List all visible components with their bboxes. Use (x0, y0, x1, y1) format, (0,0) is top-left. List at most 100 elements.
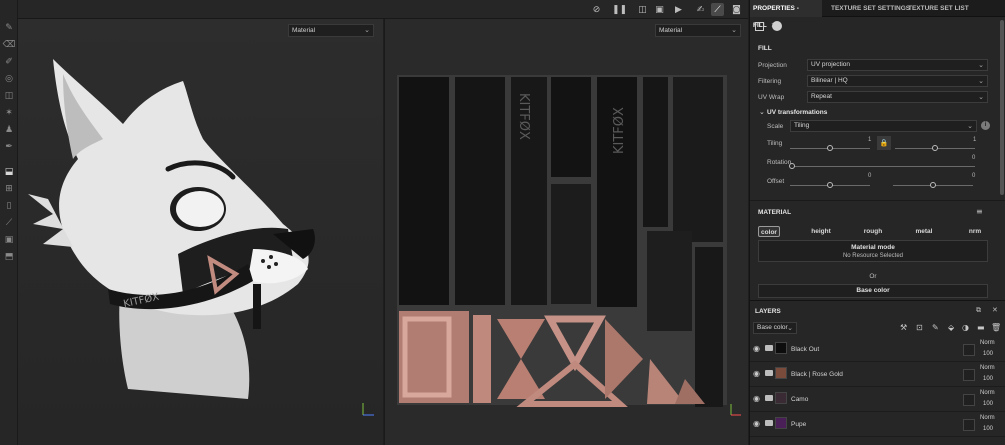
tab-texture-set-list[interactable]: TEXTURE SET LIST (905, 0, 972, 17)
layer-row[interactable]: ◉ Black Out Norm 100 (750, 338, 1005, 362)
properties-icon[interactable] (755, 22, 764, 31)
eraser-icon[interactable]: ⌫ (3, 39, 16, 51)
offset-value-1: 0 (868, 173, 872, 179)
trash-icon[interactable]: 🗑 (991, 323, 1001, 332)
layer-name: Black Out (791, 346, 820, 353)
filtering-value: Bilinear | HQ (811, 77, 848, 84)
folder-icon (765, 395, 773, 401)
cube-view-icon[interactable]: ▣ (653, 3, 666, 16)
viewport-3d[interactable]: Material ⌄ KITFØX (18, 19, 383, 445)
maximize-icon[interactable]: ⧉ (976, 306, 981, 315)
channel-metal[interactable]: metal (913, 226, 935, 237)
eye-icon[interactable]: ◉ (753, 419, 760, 428)
uv-wrap-select[interactable]: Repeat ⌄ (807, 91, 988, 103)
bake-icon[interactable]: ⬓ (3, 166, 15, 178)
tiling-slider-2-knob[interactable] (932, 145, 938, 151)
tab-texture-set-settings[interactable]: TEXTURE SET SETTINGS (828, 0, 913, 17)
layer-blend-mode[interactable]: Norm (980, 390, 995, 396)
svg-text:KITFØX: KITFØX (612, 107, 627, 154)
eye-icon[interactable]: ◉ (753, 344, 760, 353)
rotation-label: Rotation (767, 159, 792, 166)
folder-icon (765, 370, 773, 376)
material-sphere-icon[interactable] (772, 21, 782, 31)
geometry-mask-icon[interactable]: ◎ (3, 73, 15, 85)
path-icon[interactable]: ⟋ (3, 217, 15, 229)
add-folder-icon[interactable]: ▬ (977, 323, 985, 332)
channel-nrm[interactable]: nrm (966, 226, 984, 237)
offset-label: Offset (767, 178, 785, 185)
camera-icon[interactable]: ▶ (672, 3, 685, 16)
rotation-slider-knob[interactable] (789, 163, 795, 169)
scale-select[interactable]: Tiling ⌄ (790, 120, 977, 132)
rotation-slider[interactable] (792, 166, 975, 167)
no-symmetry-icon[interactable]: ⊘ (590, 3, 603, 16)
channel-rough[interactable]: rough (862, 226, 884, 237)
smudge-icon[interactable]: ✶ (3, 107, 15, 119)
uv-wrap-value: Repeat (811, 93, 832, 100)
layer-thumbnail (775, 392, 787, 404)
layer-opacity[interactable]: 100 (983, 401, 993, 407)
document-icon[interactable]: ▣ (3, 234, 15, 246)
svg-text:KITFØX: KITFØX (516, 93, 531, 140)
paint-brush-icon[interactable]: ✎ (3, 22, 15, 34)
layer-blend-mode[interactable]: Norm (980, 365, 995, 371)
info-icon[interactable]: i (981, 121, 990, 130)
bake-mesh-icon[interactable]: ⊞ (3, 183, 15, 195)
paint-icon[interactable]: ✍ (694, 3, 707, 16)
chevron-down-icon: ⌄ (978, 93, 984, 101)
offset-slider-2-knob[interactable] (930, 182, 936, 188)
close-icon[interactable]: ✕ (992, 306, 998, 314)
layer-opacity[interactable]: 100 (983, 351, 993, 357)
channel-height[interactable]: height (808, 226, 834, 237)
pause-icon[interactable]: ❚❚ (612, 3, 627, 16)
eye-icon[interactable]: ◉ (753, 394, 760, 403)
add-fill-layer-icon[interactable]: ⬙ (948, 323, 954, 332)
layer-blend-mode[interactable]: Norm (980, 340, 995, 346)
projection-icon[interactable]: ✐ (3, 56, 15, 68)
add-paint-layer-icon[interactable]: ✎ (932, 323, 939, 332)
layer-mask-thumbnail (963, 419, 975, 431)
layer-name: Camo (791, 396, 809, 403)
measure-icon[interactable]: ▯ (3, 200, 15, 212)
eye-icon[interactable]: ◉ (753, 369, 760, 378)
offset-value-2: 0 (972, 173, 976, 179)
channel-color[interactable]: color (758, 226, 780, 237)
layer-row[interactable]: ◉ Black | Rose Gold Norm 100 (750, 363, 1005, 387)
layers-channel-value: Base color (757, 324, 788, 331)
add-mask-icon[interactable]: ◑ (962, 323, 969, 332)
layer-opacity[interactable]: 100 (983, 426, 993, 432)
projection-select[interactable]: UV projection ⌄ (807, 59, 988, 71)
color-picker-icon[interactable]: ✒ (3, 141, 15, 153)
export-icon[interactable]: ⬒ (3, 251, 15, 263)
layer-opacity[interactable]: 100 (983, 376, 993, 382)
tiling-value-1: 1 (868, 137, 872, 143)
uv-transformations-title[interactable]: UV transformations (767, 109, 827, 116)
split-view-icon[interactable]: ◫ (636, 3, 649, 16)
wand-icon[interactable]: ⚒ (900, 323, 907, 332)
or-label: Or (869, 273, 877, 280)
material-mode-value: No Resource Selected (842, 253, 904, 259)
polygon-fill-icon[interactable]: ◫ (3, 90, 15, 102)
properties-scrollbar[interactable] (1000, 20, 1004, 195)
screenshot-icon[interactable]: ◙ (730, 3, 743, 16)
tool-strip: ✎ ⌫ ✐ ◎ ◫ ✶ ♟ ✒ ⬓ ⊞ ▯ ⟋ ▣ ⬒ (0, 0, 18, 445)
material-mode-box[interactable]: Material mode No Resource Selected (758, 240, 988, 262)
tiling-slider-1-knob[interactable] (827, 145, 833, 151)
brush-icon[interactable]: ⟋ (711, 3, 724, 16)
collapse-chevron-icon[interactable]: ⌄ (759, 108, 765, 116)
chevron-down-icon: ⌄ (967, 122, 973, 130)
material-settings-icon[interactable]: ≡ (976, 207, 983, 216)
add-effect-icon[interactable]: ⊡ (916, 323, 923, 332)
filtering-select[interactable]: Bilinear | HQ ⌄ (807, 75, 988, 87)
layers-channel-select[interactable]: Base color ⌄ (753, 322, 797, 334)
lock-icon[interactable]: 🔒 (877, 136, 891, 150)
layer-row[interactable]: ◉ Camo Norm 100 (750, 388, 1005, 412)
viewport-2d[interactable]: Material ⌄ KITFØX KITFØX (384, 19, 748, 445)
layer-row[interactable]: ◉ Pupe Norm 100 (750, 413, 1005, 437)
clone-icon[interactable]: ♟ (3, 124, 15, 136)
tab-properties-fill[interactable]: PROPERTIES - FILL✕ (750, 0, 822, 29)
offset-slider-1-knob[interactable] (827, 182, 833, 188)
base-color-box[interactable]: Base color (758, 284, 988, 298)
layer-blend-mode[interactable]: Norm (980, 415, 995, 421)
rotation-value: 0 (972, 155, 976, 161)
